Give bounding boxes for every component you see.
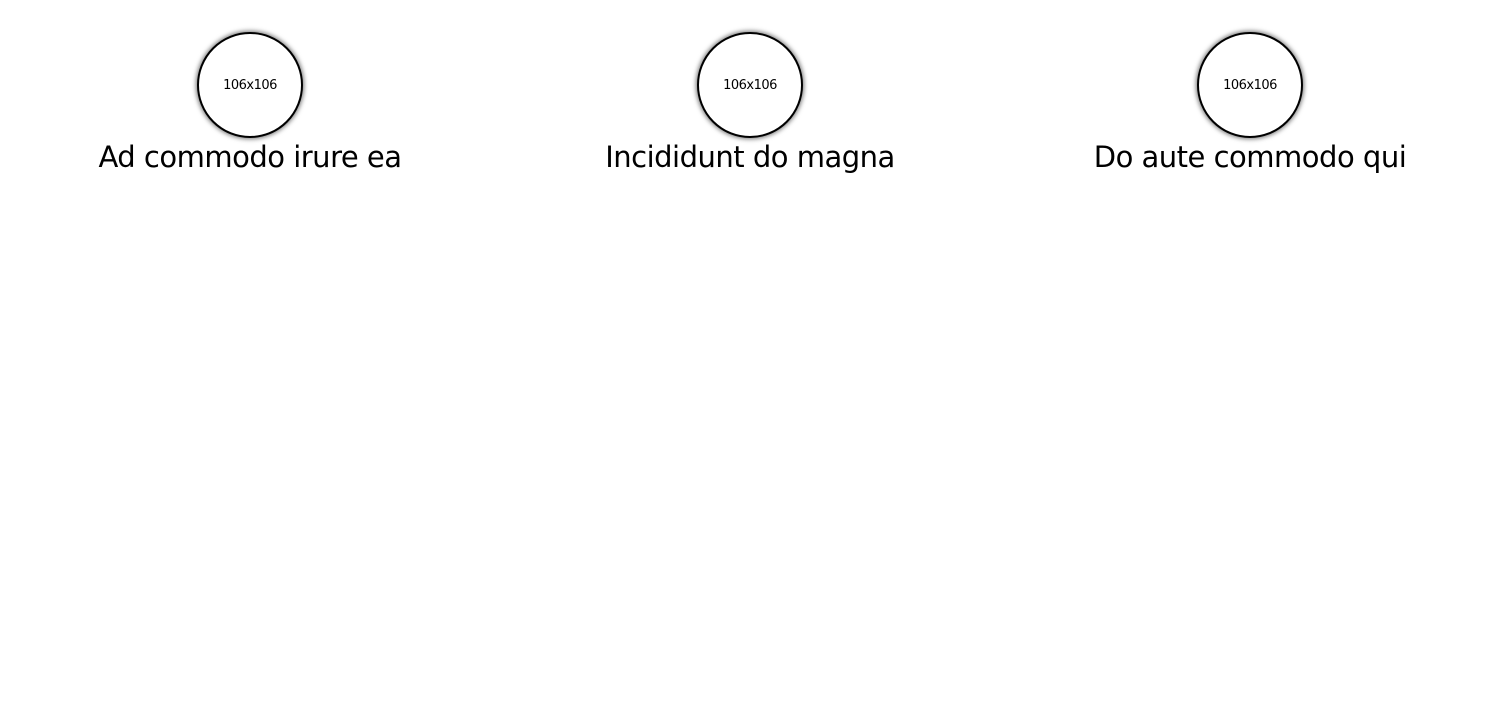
feature-card: 106x106 Do aute commodo qui (1000, 32, 1500, 174)
avatar-size-label: 106x106 (223, 77, 277, 93)
feature-card: 106x106 Ad commodo irure ea (0, 32, 500, 174)
feature-card: 106x106 Incididunt do magna (500, 32, 1000, 174)
avatar-placeholder: 106x106 (197, 32, 303, 138)
feature-row: 106x106 Ad commodo irure ea 106x106 Inci… (0, 0, 1500, 174)
avatar-placeholder: 106x106 (1197, 32, 1303, 138)
feature-caption: Ad commodo irure ea (98, 140, 402, 174)
feature-caption: Incididunt do magna (605, 140, 895, 174)
avatar-placeholder: 106x106 (697, 32, 803, 138)
avatar-size-label: 106x106 (723, 77, 777, 93)
avatar-size-label: 106x106 (1223, 77, 1277, 93)
feature-caption: Do aute commodo qui (1093, 140, 1407, 174)
